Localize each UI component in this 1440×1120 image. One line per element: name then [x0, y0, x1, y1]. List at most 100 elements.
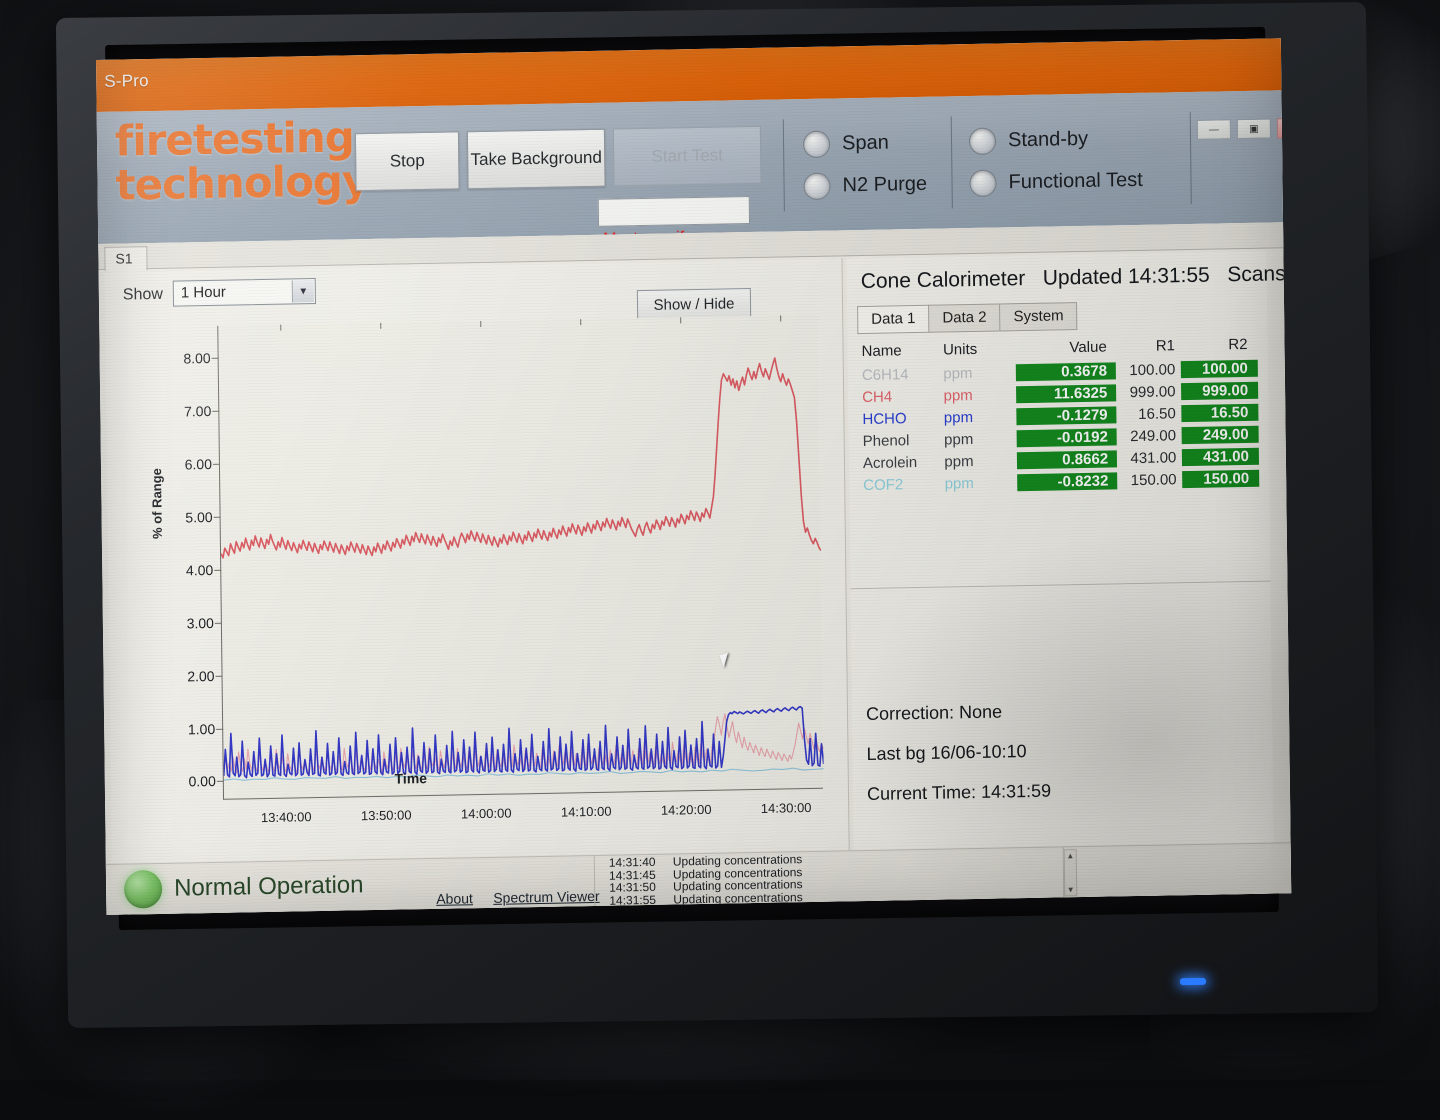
radio-span-label: Span	[842, 131, 889, 155]
x-axis-tick-label: 13:50:00	[361, 807, 412, 823]
cell-r2: 150.00	[1182, 469, 1259, 487]
main-toolbar: firetesting technology Stop Take Backgro…	[97, 90, 1283, 244]
radio-stand-by-label: Stand-by	[1008, 128, 1088, 152]
time-range-value: 1 Hour	[181, 284, 226, 302]
about-link[interactable]: About	[436, 890, 473, 907]
cell-name: Acrolein	[859, 453, 945, 472]
radio-button-icon	[969, 128, 996, 155]
log-panel[interactable]: 14:31:40Updating concentrations14:31:45U…	[594, 847, 1065, 907]
x-axis-tick-label: 14:20:00	[661, 802, 712, 818]
y-axis-tick-label: 3.00	[187, 615, 214, 631]
cell-units: ppm	[945, 474, 1017, 492]
y-axis-tick-label: 1.00	[188, 720, 215, 736]
test-name-input[interactable]	[598, 196, 750, 227]
content-area: S1 Show 1 Hour ▼ Show / Hide % of Range …	[98, 222, 1291, 915]
cell-value: -0.8232	[1017, 472, 1118, 491]
cell-r1: 100.00	[1116, 361, 1181, 379]
correction-status: Correction: None	[866, 702, 1002, 725]
data-panel: Cone Calorimeter Updated 14:31:55 Scans:…	[846, 251, 1273, 851]
cell-r1: 431.00	[1117, 449, 1182, 467]
application-screen: S-Pro firetesting technology Stop Take B…	[96, 38, 1291, 915]
cell-r2: 999.00	[1181, 381, 1258, 399]
tab-s1[interactable]: S1	[104, 246, 147, 271]
chart-panel: Show 1 Hour ▼ Show / Hide % of Range 0.0…	[105, 258, 850, 863]
maximize-icon[interactable]: ▣	[1237, 118, 1271, 139]
instrument-name: Cone Calorimeter	[861, 267, 1026, 293]
cell-value: 11.6325	[1016, 384, 1117, 403]
cell-name: C6H14	[858, 365, 944, 384]
updated-time: 14:31:55	[1128, 264, 1210, 288]
scroll-up-icon[interactable]: ▲	[1065, 850, 1076, 861]
photograph-background: S-Pro firetesting technology Stop Take B…	[0, 0, 1440, 1080]
cell-r2: 100.00	[1181, 359, 1258, 377]
scans-label: Scans:	[1227, 262, 1291, 286]
status-lamp-icon	[124, 870, 162, 909]
y-axis-tick-label: 7.00	[184, 403, 211, 419]
cell-name: CH4	[858, 387, 944, 406]
log-timestamp: 14:31:55	[595, 892, 673, 906]
data-panel-title: Cone Calorimeter Updated 14:31:55 Scans:…	[861, 262, 1292, 294]
y-axis-tick-mark	[213, 463, 220, 464]
toolbar-divider	[783, 119, 785, 211]
cell-r1: 16.50	[1116, 405, 1181, 423]
data-tab-system[interactable]: System	[999, 302, 1077, 331]
minimize-icon[interactable]: —	[1197, 119, 1231, 140]
radio-span[interactable]: Span	[803, 129, 889, 158]
cell-r2: 249.00	[1182, 425, 1259, 443]
table-body: C6H14ppm0.3678100.00100.00CH4ppm11.63259…	[858, 357, 1260, 496]
y-axis-tick-label: 8.00	[183, 350, 210, 366]
y-axis-tick-mark	[216, 728, 223, 729]
radio-functional-test[interactable]: Functional Test	[969, 167, 1142, 197]
y-axis-tick-mark	[214, 516, 221, 517]
cell-value: -0.0192	[1016, 428, 1117, 447]
cell-value: 0.8662	[1016, 450, 1117, 469]
chevron-down-icon[interactable]: ▼	[292, 280, 314, 302]
data-tab-data-2[interactable]: Data 2	[928, 303, 1000, 332]
radio-button-icon	[803, 173, 830, 200]
toolbar-divider	[951, 116, 953, 208]
radio-stand-by[interactable]: Stand-by	[969, 126, 1088, 155]
status-text: Normal Operation	[174, 871, 364, 902]
data-tab-data-1[interactable]: Data 1	[857, 305, 929, 334]
x-axis-label: Time	[394, 770, 427, 787]
company-logo: firetesting technology	[115, 115, 369, 208]
y-axis-tick-label: 0.00	[188, 773, 215, 789]
updated-label: Updated	[1043, 265, 1123, 289]
measurements-table: Name Units Value R1 R2 C6H14ppm0.3678100…	[857, 331, 1259, 496]
trend-plot[interactable]: 0.001.002.003.004.005.006.007.008.00 13:…	[217, 315, 823, 800]
y-axis-tick-mark	[215, 622, 222, 623]
y-axis-label: % of Range	[149, 468, 165, 539]
scroll-down-icon[interactable]: ▼	[1065, 884, 1076, 895]
cell-units: ppm	[944, 430, 1016, 448]
radio-button-icon	[969, 170, 996, 197]
panel-divider	[850, 581, 1270, 590]
trace-lines	[218, 315, 824, 800]
cell-units: ppm	[944, 408, 1016, 426]
cell-value: -0.1279	[1016, 406, 1117, 425]
radio-n2-purge[interactable]: N2 Purge	[803, 171, 927, 200]
y-axis-tick-label: 2.00	[187, 667, 214, 683]
cell-name: COF2	[859, 475, 945, 494]
radio-button-icon	[803, 131, 830, 158]
cell-units: ppm	[944, 452, 1016, 470]
cell-r2: 16.50	[1182, 403, 1259, 421]
time-range-dropdown[interactable]: 1 Hour ▼	[173, 278, 316, 307]
current-time: Current Time: 14:31:59	[867, 781, 1051, 805]
x-axis-tick-label: 14:30:00	[761, 800, 812, 816]
logo-line-2: technology	[115, 159, 368, 208]
column-header-name: Name	[857, 341, 943, 360]
column-header-units: Units	[943, 340, 1015, 358]
cell-name: HCHO	[858, 409, 944, 428]
take-background-button[interactable]: Take Background	[467, 129, 606, 190]
column-header-r1: R1	[1116, 337, 1181, 355]
spectrum-viewer-link[interactable]: Spectrum Viewer	[493, 888, 600, 906]
stop-button[interactable]: Stop	[355, 131, 460, 191]
cell-units: ppm	[943, 364, 1015, 382]
show-hide-button[interactable]: Show / Hide	[637, 288, 751, 320]
start-test-button[interactable]: Start Test	[613, 126, 762, 187]
log-scrollbar[interactable]: ▲ ▼	[1064, 849, 1078, 896]
cell-value: 0.3678	[1015, 362, 1116, 381]
trace-acrolein	[223, 712, 824, 775]
cell-r1: 249.00	[1117, 427, 1182, 445]
x-axis-tick-label: 14:00:00	[461, 806, 512, 822]
